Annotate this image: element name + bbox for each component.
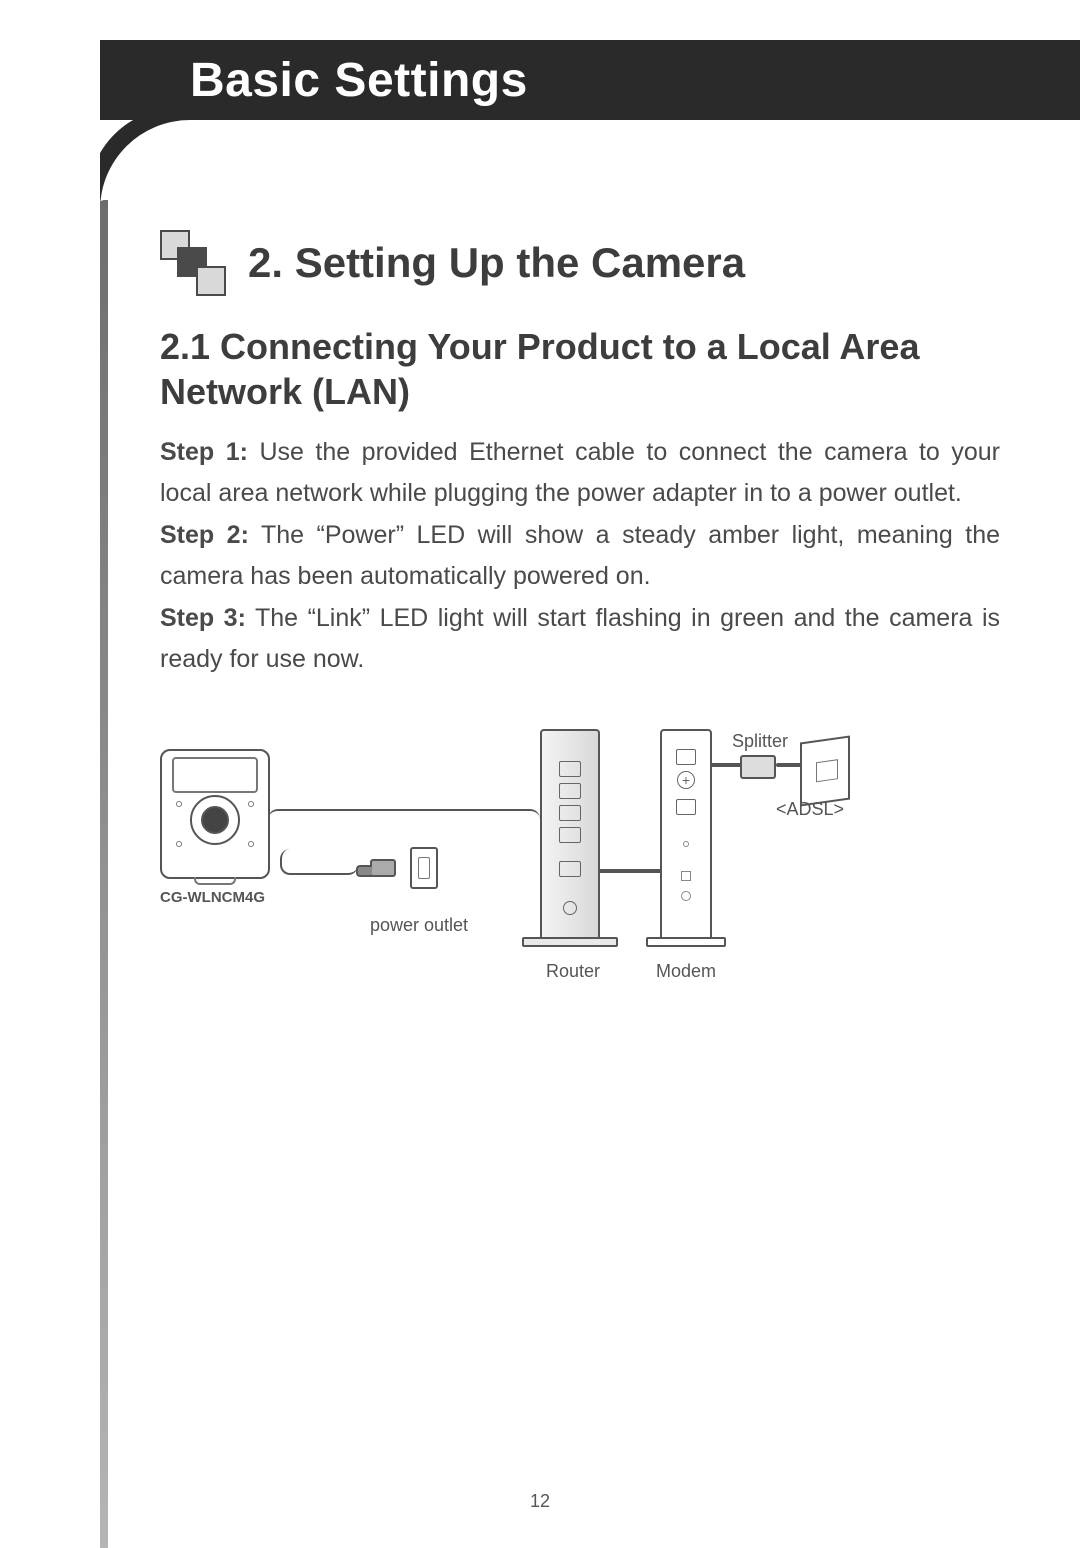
router-base: [522, 937, 618, 947]
step-text: The “Power” LED will show a steady amber…: [160, 521, 1000, 590]
section-heading: 2. Setting Up the Camera: [248, 239, 745, 287]
section-title-row: 2. Setting Up the Camera: [160, 230, 1000, 296]
splitter-icon: [740, 755, 776, 779]
cable-router-modem: [598, 869, 662, 873]
cable-modem-splitter: [710, 763, 742, 767]
splitter-label: Splitter: [732, 731, 788, 752]
step-paragraph: Step 3: The “Link” LED light will start …: [160, 598, 1000, 679]
chapter-title: Basic Settings: [190, 53, 528, 108]
wall-jack-icon: [800, 735, 850, 806]
step-label: Step 2:: [160, 521, 249, 549]
power-plug-icon: [370, 859, 396, 877]
page-content: 2. Setting Up the Camera 2.1 Connecting …: [160, 230, 1000, 1019]
steps-body: Step 1: Use the provided Ethernet cable …: [160, 432, 1000, 679]
cable-camera-power: [280, 849, 358, 875]
modem-base: [646, 937, 726, 947]
chapter-header: Basic Settings: [100, 40, 1080, 120]
camera-icon: [160, 749, 270, 879]
router-label: Router: [546, 961, 600, 982]
modem-label: Modem: [656, 961, 716, 982]
cable-splitter-wall: [776, 763, 802, 767]
power-outlet-label: power outlet: [370, 915, 468, 936]
subsection: 2.1 Connecting Your Product to a Local A…: [160, 324, 1000, 414]
step-paragraph: Step 2: The “Power” LED will show a stea…: [160, 515, 1000, 596]
step-paragraph: Step 1: Use the provided Ethernet cable …: [160, 432, 1000, 513]
step-text: The “Link” LED light will start flashing…: [160, 604, 1000, 673]
adsl-label: <ADSL>: [776, 799, 844, 820]
subsection-heading: 2.1 Connecting Your Product to a Local A…: [160, 324, 1000, 414]
page-number: 12: [0, 1491, 1080, 1512]
modem-icon: +: [660, 729, 712, 939]
connection-diagram: CG-WLNCM4G power outlet Router + Modem: [160, 739, 980, 1019]
frame-left-edge: [100, 200, 108, 1548]
camera-model-label: CG-WLNCM4G: [160, 889, 265, 906]
step-label: Step 1:: [160, 438, 248, 466]
step-label: Step 3:: [160, 604, 246, 632]
step-text: Use the provided Ethernet cable to conne…: [160, 438, 1000, 507]
power-outlet-icon: [410, 847, 438, 889]
section-squares-icon: [160, 230, 226, 296]
router-icon: [540, 729, 600, 939]
